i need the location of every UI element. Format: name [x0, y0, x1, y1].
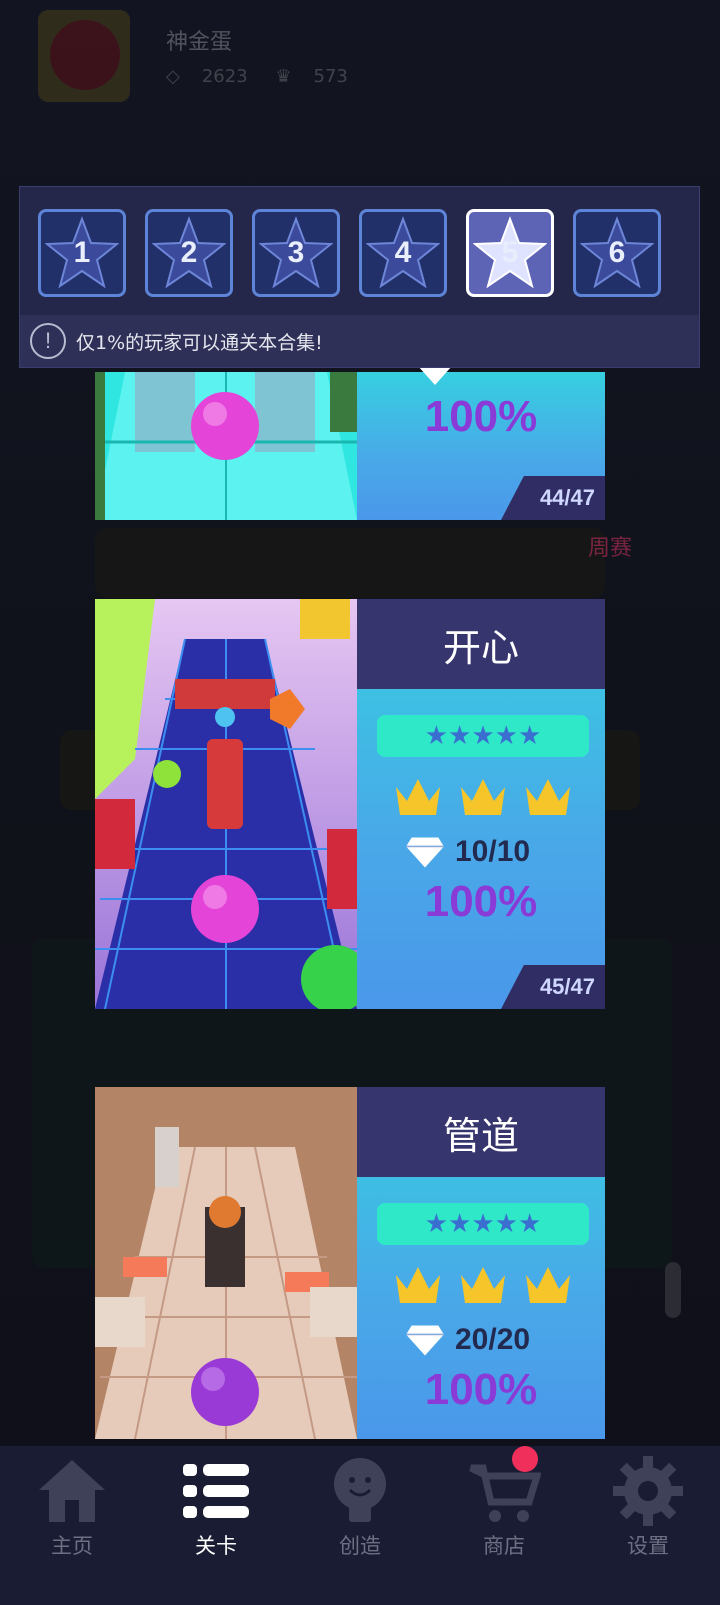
crown-icon — [523, 1263, 573, 1311]
level-card[interactable]: 管道 ★★★★★ 20/20 100% — [95, 1087, 605, 1439]
diamond-icon — [406, 1325, 444, 1356]
player-stats: ◇ 2623 ♛ 573 — [166, 66, 370, 87]
level-art — [95, 1087, 357, 1439]
level-art — [95, 599, 357, 1009]
player-name: 神金蛋 — [166, 30, 233, 55]
level-info: 管道 ★★★★★ 20/20 100% — [357, 1087, 605, 1439]
level-info: 100% 44/47 — [357, 358, 605, 520]
crown-icon — [458, 1263, 508, 1311]
nav-settings[interactable]: 设置 — [576, 1446, 720, 1605]
nav-label: 商店 — [483, 1534, 525, 1558]
level-pack-tab-5[interactable]: 5 — [466, 209, 554, 297]
completion-percent: 100% — [424, 1365, 538, 1414]
list-icon — [183, 1464, 249, 1518]
level-pack-tab-1[interactable]: 1 — [38, 209, 126, 297]
nav-levels[interactable]: 关卡 — [144, 1446, 288, 1605]
level-title: 管道 — [357, 1087, 605, 1177]
crown-icon — [523, 775, 573, 823]
crown-icon — [458, 775, 508, 823]
completion-percent: 100% — [424, 877, 538, 926]
avatar — [38, 10, 130, 102]
notification-badge — [512, 1446, 538, 1472]
bottom-nav: 主页 关卡 创造 商店 设置 — [0, 1446, 720, 1605]
level-pack-tab-6[interactable]: 6 — [573, 209, 661, 297]
level-pack-tabs: 1 2 3 4 5 6 — [38, 209, 661, 297]
crown-rating — [393, 775, 573, 823]
nav-label: 关卡 — [195, 1534, 237, 1558]
gear-icon — [613, 1456, 683, 1526]
crown-count: 573 — [313, 66, 348, 87]
level-pack-selector: 1 2 3 4 5 6 ! 仅1%的玩家可以通关本合集! — [19, 186, 700, 368]
nav-label: 创造 — [339, 1534, 381, 1558]
home-icon — [39, 1460, 105, 1522]
crown-rating — [393, 1263, 573, 1311]
crown-icon — [393, 1263, 443, 1311]
star-rating: ★★★★★ — [377, 1203, 589, 1245]
nav-create[interactable]: 创造 — [288, 1446, 432, 1605]
nav-label: 设置 — [627, 1534, 669, 1558]
scrollbar[interactable] — [665, 1262, 681, 1318]
gem-icon: ◇ — [166, 66, 180, 87]
tab-number: 6 — [608, 236, 626, 269]
crown-icon: ♛ — [275, 66, 292, 87]
level-pack-tab-2[interactable]: 2 — [145, 209, 233, 297]
tab-number: 5 — [501, 236, 519, 269]
gem-count: 2623 — [201, 66, 248, 87]
tab-number: 2 — [180, 236, 198, 269]
notice-text: 仅1%的玩家可以通关本合集! — [76, 331, 323, 354]
diamond-icon — [406, 837, 444, 868]
level-art — [95, 372, 357, 520]
nav-shop[interactable]: 商店 — [432, 1446, 576, 1605]
level-card[interactable]: 开心 ★★★★★ 10/10 100% 45/47 — [95, 599, 605, 1009]
level-info: 开心 ★★★★★ 10/10 100% 45/47 — [357, 599, 605, 1009]
gem-progress: 20/20 — [405, 1323, 530, 1357]
level-count: 44/47 — [501, 476, 605, 520]
nav-label: 主页 — [51, 1534, 93, 1558]
completion-percent: 100% — [424, 392, 538, 441]
player-profile: 神金蛋 ◇ 2623 ♛ 573 — [38, 10, 458, 102]
level-card[interactable]: 100% 44/47 — [95, 358, 605, 520]
info-icon: ! — [30, 323, 66, 359]
level-pack-tab-3[interactable]: 3 — [252, 209, 340, 297]
weekly-label: 周赛 — [588, 536, 633, 561]
level-title: 开心 — [357, 599, 605, 689]
gem-progress: 10/10 — [405, 835, 530, 869]
lightbulb-icon — [334, 1458, 386, 1522]
crown-icon — [393, 775, 443, 823]
level-count: 45/47 — [501, 965, 605, 1009]
tab-number: 3 — [287, 236, 305, 269]
nav-home[interactable]: 主页 — [0, 1446, 144, 1605]
bg-decoration — [95, 528, 605, 598]
tab-number: 4 — [394, 236, 412, 269]
level-pack-tab-4[interactable]: 4 — [359, 209, 447, 297]
tab-number: 1 — [73, 236, 91, 269]
notice-bar: ! 仅1%的玩家可以通关本合集! — [20, 315, 699, 367]
star-rating: ★★★★★ — [377, 715, 589, 757]
